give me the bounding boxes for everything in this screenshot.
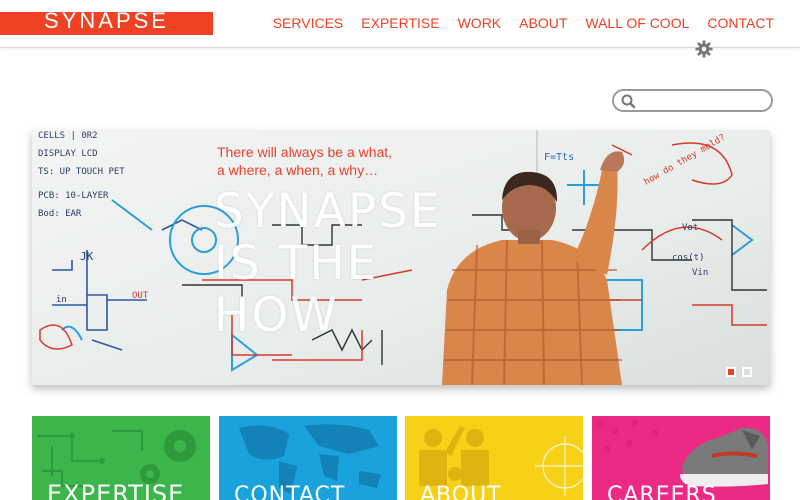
slide-dot[interactable] xyxy=(726,367,736,377)
logo[interactable]: SYNAPSE xyxy=(0,8,213,35)
gear-icon[interactable] xyxy=(695,40,713,58)
whiteboard-note: Vin xyxy=(692,268,708,278)
nav-about[interactable]: ABOUT xyxy=(519,15,567,31)
whiteboard-note: OUT xyxy=(132,291,149,301)
whiteboard-note: F=Tts xyxy=(544,152,574,163)
whiteboard-note: PCB: 10-LAYER xyxy=(38,191,109,201)
logo-text: SYNAPSE xyxy=(44,8,169,33)
tile-expertise[interactable]: EXPERTISE xyxy=(32,416,210,500)
nav-contact[interactable]: CONTACT xyxy=(707,15,774,31)
search-icon[interactable] xyxy=(620,93,636,109)
tile-label: CAREERS xyxy=(607,483,717,500)
world-map-icon: CONTACT xyxy=(234,424,381,500)
whiteboard-note: Bod: EAR xyxy=(38,209,82,219)
page: SYNAPSE SERVICES EXPERTISE WORK ABOUT WA… xyxy=(0,0,800,500)
slide-dot[interactable] xyxy=(742,367,752,377)
site-header: SYNAPSE SERVICES EXPERTISE WORK ABOUT WA… xyxy=(0,0,800,48)
whiteboard-note: JK xyxy=(80,250,94,263)
whiteboard-note: cos(t) xyxy=(672,253,705,263)
hero-banner: CELLS | 0R2 DISPLAY LCD TS: UP TOUCH PET… xyxy=(32,130,770,385)
hero-tagline: There will always be a what, a where, a … xyxy=(217,143,392,179)
tile-contact[interactable]: CONTACT xyxy=(219,416,397,500)
nav-expertise[interactable]: EXPERTISE xyxy=(361,15,439,31)
tile-about[interactable]: ABOUT xyxy=(405,416,583,500)
headline-line: SYNAPSE xyxy=(214,184,442,239)
whiteboard-note: DISPLAY LCD xyxy=(38,149,98,159)
tagline-line: There will always be a what, xyxy=(217,144,393,160)
whiteboard-note: in xyxy=(56,295,67,305)
nav-work[interactable]: WORK xyxy=(458,15,502,31)
whiteboard-note: CELLS | 0R2 xyxy=(38,131,98,141)
sneaker-icon: CAREERS xyxy=(597,420,768,500)
nav-services[interactable]: SERVICES xyxy=(273,15,344,31)
team-icon: ABOUT xyxy=(419,426,583,500)
search-input[interactable] xyxy=(640,92,768,109)
tagline-line: a where, a when, a why… xyxy=(217,162,379,178)
headline-line: IS THE xyxy=(214,236,379,291)
search-box[interactable] xyxy=(612,89,773,112)
tile-careers[interactable]: CAREERS xyxy=(592,416,770,500)
main-nav: SERVICES EXPERTISE WORK ABOUT WALL OF CO… xyxy=(255,15,774,31)
whiteboard-note: Vot xyxy=(682,223,698,233)
tile-label: EXPERTISE xyxy=(47,480,184,500)
circuit-gears-icon: EXPERTISE xyxy=(37,430,196,500)
tile-label: ABOUT xyxy=(420,483,502,500)
headline-line: HOW xyxy=(214,288,339,343)
nav-wall-of-cool[interactable]: WALL OF COOL xyxy=(585,15,689,31)
whiteboard-note: TS: UP TOUCH PET xyxy=(38,167,125,177)
slide-indicators xyxy=(726,367,752,377)
tile-label: CONTACT xyxy=(234,483,345,500)
hero-headline: SYNAPSE IS THE HOW xyxy=(214,186,442,342)
